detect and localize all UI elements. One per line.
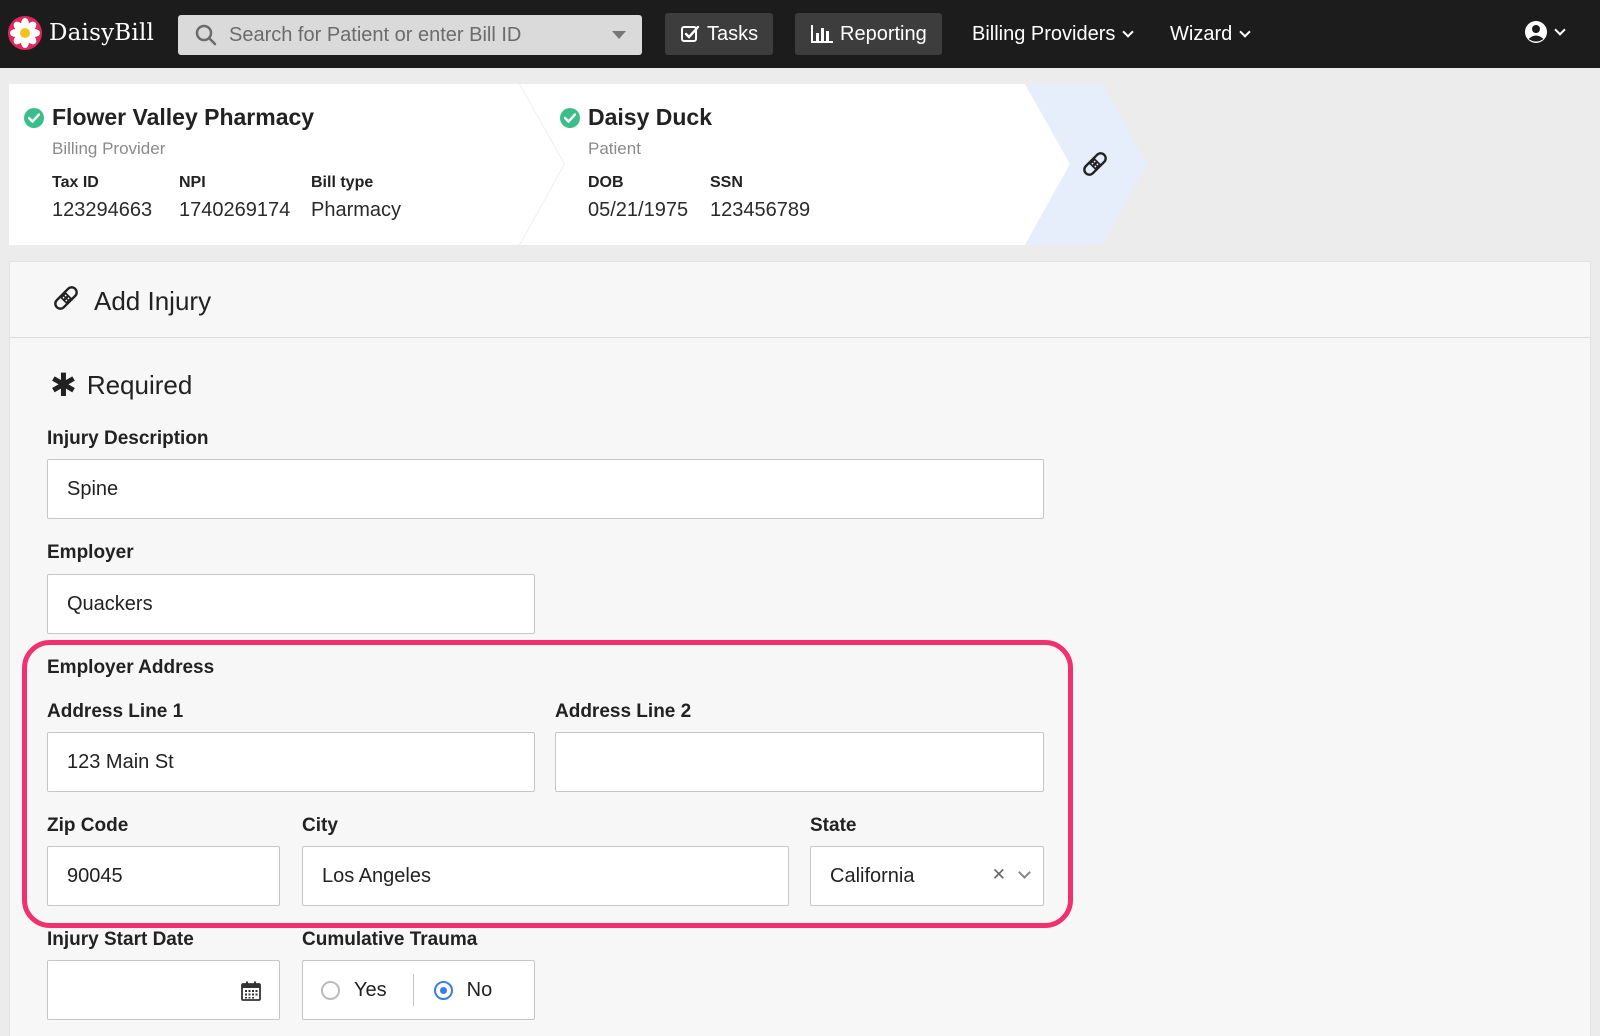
- no-label[interactable]: No: [467, 979, 493, 1002]
- clear-icon[interactable]: ✕: [992, 865, 1006, 885]
- yes-radio[interactable]: [321, 980, 340, 1000]
- required-label: Required: [86, 369, 193, 400]
- provider-title: Flower Valley Pharmacy: [24, 104, 314, 131]
- reporting-label: Reporting: [840, 22, 927, 45]
- chevron-down-icon: [1122, 25, 1135, 38]
- wizard-menu[interactable]: Wizard: [1170, 13, 1251, 55]
- tax-id-label: Tax ID: [52, 174, 99, 191]
- yes-label[interactable]: Yes: [354, 979, 387, 1002]
- employer-input[interactable]: Quackers: [47, 574, 535, 634]
- asterisk-icon: ✱: [50, 367, 77, 403]
- brand-logo[interactable]: DaisyBill: [8, 16, 154, 50]
- state-select[interactable]: California ✕: [810, 846, 1044, 906]
- radio-divider: [412, 974, 414, 1006]
- cumulative-trauma-radio-group: Yes No: [302, 960, 535, 1020]
- tax-id-value: 123294663: [52, 199, 153, 221]
- state-label: State: [810, 815, 857, 836]
- chevron-down-icon: [1554, 23, 1566, 36]
- user-menu[interactable]: [1524, 20, 1566, 44]
- bandage-icon: [1083, 152, 1107, 176]
- chevron-down-icon[interactable]: [1018, 866, 1031, 879]
- search-placeholder: Search for Patient or enter Bill ID: [229, 23, 522, 46]
- bar-chart-icon: [811, 25, 833, 43]
- address-line-1-label: Address Line 1: [47, 701, 184, 722]
- npi-label: NPI: [179, 174, 206, 191]
- bill-type-value: Pharmacy: [311, 199, 402, 221]
- employer-label: Employer: [47, 542, 134, 563]
- injury-description-input[interactable]: Spine: [47, 459, 1044, 519]
- employer-address-label: Employer Address: [47, 657, 215, 678]
- injury-start-date-input[interactable]: [47, 960, 280, 1020]
- ssn-label: SSN: [710, 174, 743, 191]
- chevron-down-icon: [1239, 25, 1251, 38]
- tasks-label: Tasks: [707, 22, 759, 45]
- npi-value: 1740269174: [179, 199, 291, 221]
- tasks-button[interactable]: Tasks: [665, 13, 774, 55]
- address-line-2-input[interactable]: [555, 732, 1044, 792]
- wizard-label: Wizard: [1170, 22, 1233, 45]
- billing-provider-panel[interactable]: Flower Valley Pharmacy Billing Provider …: [9, 84, 564, 245]
- card-header: Add Injury: [10, 262, 1590, 338]
- provider-role: Billing Provider: [52, 139, 166, 158]
- page-title: Add Injury: [94, 286, 212, 316]
- billing-providers-label: Billing Providers: [972, 22, 1116, 45]
- dob-value: 05/21/1975: [588, 199, 689, 221]
- injury-start-date-label: Injury Start Date: [47, 929, 194, 950]
- no-radio[interactable]: [433, 980, 453, 1000]
- reporting-button[interactable]: Reporting: [795, 13, 942, 55]
- patient-name: Daisy Duck: [588, 104, 713, 130]
- search-icon: [195, 24, 217, 46]
- bill-type-label: Bill type: [311, 174, 374, 191]
- calendar-icon[interactable]: [241, 981, 261, 1001]
- cumulative-trauma-label: Cumulative Trauma: [302, 929, 478, 950]
- bandage-icon: [54, 286, 78, 310]
- city-input[interactable]: Los Angeles: [302, 846, 789, 906]
- patient-search-input[interactable]: Search for Patient or enter Bill ID: [178, 15, 642, 55]
- city-label: City: [302, 815, 338, 836]
- state-controls: ✕: [992, 865, 1031, 885]
- check-circle-icon: [24, 107, 44, 128]
- patient-title: Daisy Duck: [560, 104, 712, 131]
- user-icon: [1525, 21, 1547, 43]
- check-circle-icon: [560, 107, 580, 128]
- daisy-logo-icon: [8, 16, 42, 50]
- zip-code-label: Zip Code: [47, 815, 129, 836]
- brand-name: DaisyBill: [49, 20, 155, 46]
- address-line-1-input[interactable]: 123 Main St: [47, 732, 535, 792]
- top-navbar: DaisyBill Search for Patient or enter Bi…: [0, 0, 1600, 68]
- required-section-heading: ✱ Required: [50, 369, 192, 401]
- tasks-check-icon: [681, 25, 700, 42]
- patient-role: Patient: [588, 139, 641, 158]
- dob-label: DOB: [588, 174, 624, 191]
- address-line-2-label: Address Line 2: [555, 701, 692, 722]
- search-dropdown-icon[interactable]: [612, 31, 626, 39]
- state-value: California: [830, 864, 915, 887]
- billing-providers-menu[interactable]: Billing Providers: [972, 13, 1135, 55]
- injury-description-label: Injury Description: [47, 428, 209, 449]
- ssn-value: 123456789: [710, 199, 811, 221]
- provider-name: Flower Valley Pharmacy: [52, 104, 315, 130]
- patient-panel[interactable]: Daisy Duck Patient DOB 05/21/1975 SSN 12…: [520, 84, 1070, 245]
- zip-code-input[interactable]: 90045: [47, 846, 280, 906]
